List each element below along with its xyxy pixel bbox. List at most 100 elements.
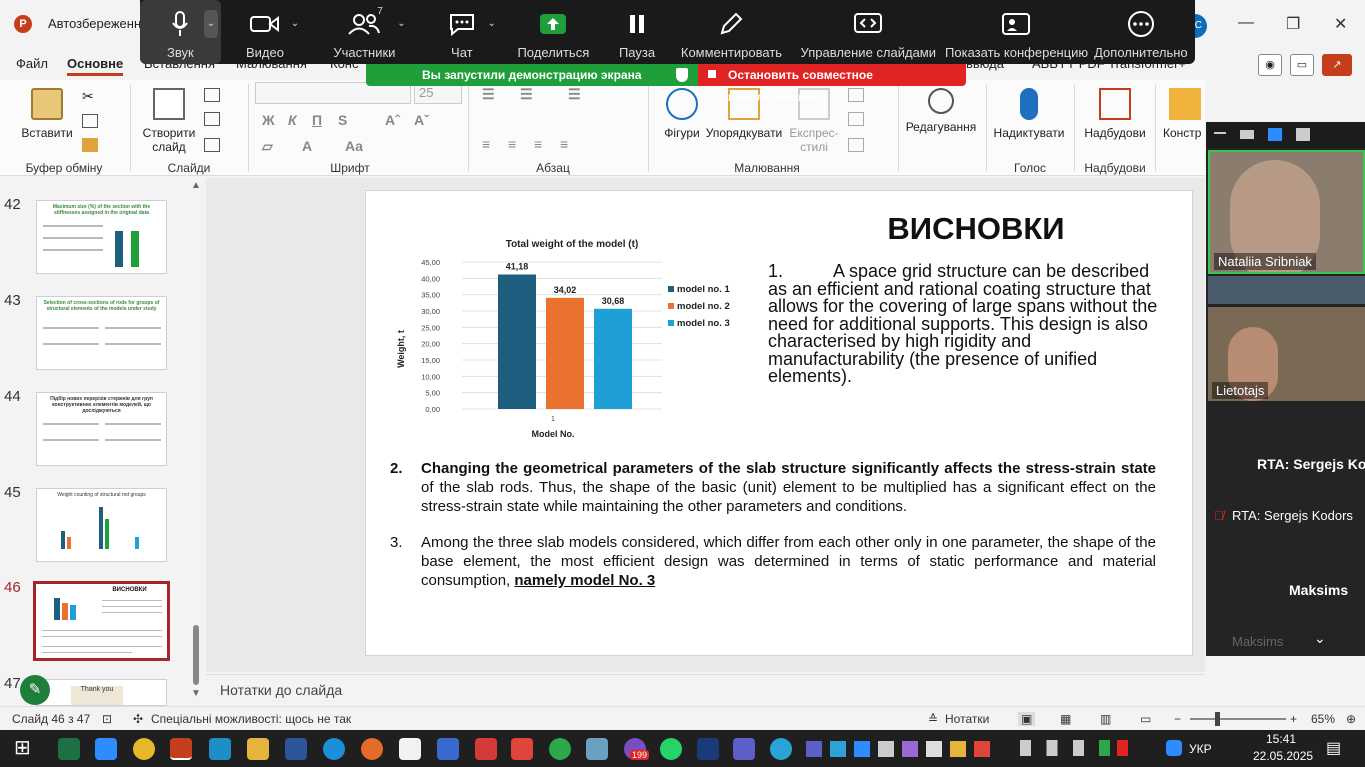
chevron-down-icon[interactable]: ⌄ (291, 18, 299, 29)
spellcheck-icon[interactable]: ⊡ (102, 712, 112, 726)
notes-toggle[interactable]: Нотатки (945, 712, 989, 726)
font-shrink-icon[interactable]: Aˇ (414, 112, 429, 128)
file-explorer-icon[interactable] (247, 738, 269, 760)
slide-thumbnail[interactable]: Weight counting of structural rod groups (36, 488, 167, 562)
layout-icon[interactable] (204, 88, 220, 102)
audio-button[interactable]: ⌄ Звук (140, 0, 221, 64)
pen-icon[interactable]: ✎ (20, 675, 50, 705)
zoom-slider[interactable] (1190, 718, 1286, 720)
chevron-down-icon[interactable]: ⌄ (488, 18, 496, 29)
bold-icon[interactable]: Ж (262, 112, 275, 128)
slide-thumbnail[interactable]: Thank you (36, 679, 167, 706)
tab-home[interactable]: Основне (67, 56, 124, 76)
italic-icon[interactable]: К (288, 112, 297, 128)
firefox-icon[interactable] (361, 738, 383, 760)
minimize-icon[interactable] (1214, 132, 1226, 134)
slide-thumbnail-selected[interactable]: ВИСНОВКИ (33, 581, 170, 661)
slide-title[interactable]: ВИСНОВКИ (876, 211, 1076, 247)
dictate-button[interactable]: Надиктувати (993, 88, 1065, 140)
speaker-view-icon[interactable] (1240, 130, 1254, 139)
section-icon[interactable] (204, 138, 220, 152)
shape-fill-icon[interactable] (848, 88, 864, 102)
shape-effects-icon[interactable] (848, 138, 864, 152)
normal-view-icon[interactable]: ▣ (1018, 712, 1036, 726)
align-right-icon[interactable]: ≡ (534, 136, 542, 152)
maximize-icon[interactable]: ❐ (1286, 14, 1300, 34)
save-icon[interactable] (437, 738, 459, 760)
align-left-icon[interactable]: ≡ (482, 136, 490, 152)
conclusion-1[interactable]: 1. A space grid structure can be describe… (768, 262, 1168, 386)
shared-room-tile[interactable] (1208, 276, 1365, 304)
chat-button[interactable]: ⌄ Чат (420, 0, 505, 64)
chart-bar[interactable] (498, 274, 536, 409)
font-grow-icon[interactable]: Aˆ (385, 112, 400, 128)
chart-bar[interactable] (594, 308, 632, 409)
new-slide-button[interactable]: Створити слайд (138, 88, 200, 154)
bullets-icon[interactable]: ☰ (482, 86, 495, 103)
video-tile-speaker[interactable]: Nataliia Sribniak (1208, 150, 1365, 274)
font-color-icon[interactable]: A (302, 138, 312, 154)
thumbnail-scrollbar[interactable]: ▲ ▼ (190, 180, 202, 700)
copy-icon[interactable] (82, 114, 98, 128)
participants-button[interactable]: 7 ⌄ Участники (309, 0, 419, 64)
numbering-icon[interactable]: ☰ (520, 86, 533, 103)
strikethrough-icon[interactable]: S (338, 112, 347, 128)
designer-button[interactable]: Констр (1163, 88, 1207, 140)
notepad-icon[interactable] (399, 738, 421, 760)
slide-thumbnail[interactable]: Maximum size (%) of the section with the… (36, 200, 167, 274)
conclusion-3[interactable]: 3. Among the three slab models considere… (390, 533, 1156, 590)
format-painter-icon[interactable] (82, 138, 98, 152)
annotate-button[interactable]: Комментировать (671, 0, 791, 64)
app-icon[interactable] (209, 738, 231, 760)
show-meeting-button[interactable]: Показать конференцию (945, 0, 1088, 64)
participant-name[interactable]: Maksims (1289, 582, 1348, 598)
zoom-in-icon[interactable]: + (1290, 712, 1297, 726)
scroll-down-icon[interactable]: ▼ (191, 688, 201, 699)
notes-pane[interactable]: Нотатки до слайда (206, 674, 1205, 704)
slide-control-button[interactable]: Управление слайдами (792, 0, 946, 64)
paste-button[interactable]: Вставити (18, 88, 76, 140)
windows-start-icon[interactable]: ⊞ (14, 735, 36, 759)
chrome-icon[interactable] (133, 738, 155, 760)
chevron-down-icon[interactable]: ⌄ (204, 10, 218, 38)
addins-button[interactable]: Надбудови (1082, 88, 1148, 140)
accessibility-status[interactable]: Спеціальні можливості: щось не так (151, 712, 351, 726)
font-case-icon[interactable]: Aa (345, 138, 363, 154)
language-indicator[interactable]: УКР (1189, 742, 1212, 756)
more-button[interactable]: Дополнительно (1087, 0, 1195, 64)
participant-name[interactable]: Maksims (1232, 634, 1283, 649)
zoom-app-icon[interactable] (95, 738, 117, 760)
editing-button[interactable]: Редагування (905, 88, 977, 134)
app-icon[interactable] (586, 738, 608, 760)
justify-icon[interactable]: ≡ (560, 136, 568, 152)
pause-button[interactable]: Пауза (603, 0, 672, 64)
edge-icon[interactable] (323, 738, 345, 760)
close-icon[interactable]: ✕ (1334, 14, 1347, 34)
system-tray-icons[interactable] (1020, 740, 1130, 756)
accessibility-icon[interactable]: ✣ (133, 712, 143, 726)
participant-name[interactable]: RTA: Sergejs Kodors (1232, 508, 1353, 523)
word-icon[interactable] (285, 738, 307, 760)
chevron-down-icon[interactable]: ⌄ (397, 18, 405, 29)
share-screen-button[interactable]: Поделиться (504, 0, 602, 64)
record-icon[interactable]: ◉ (1258, 54, 1282, 76)
line-spacing-icon[interactable]: ☰ (568, 86, 581, 103)
excel-icon[interactable] (58, 738, 80, 760)
tab-file[interactable]: Файл (16, 56, 48, 71)
slideshow-icon[interactable]: ▭ (1140, 712, 1151, 726)
video-button[interactable]: ⌄ Видео (221, 0, 310, 64)
tray-icons[interactable] (806, 741, 1006, 757)
powerpoint-icon[interactable] (170, 738, 192, 760)
scroll-up-icon[interactable]: ▲ (191, 180, 201, 191)
gallery-view-icon[interactable] (1296, 128, 1310, 141)
strip-view-icon[interactable] (1268, 128, 1282, 141)
zoom-out-icon[interactable]: − (1174, 712, 1181, 726)
stop-share-button[interactable]: Остановить совместное использование (698, 64, 966, 104)
align-center-icon[interactable]: ≡ (508, 136, 516, 152)
app-icon[interactable] (511, 738, 533, 760)
fit-slide-icon[interactable]: ⊕ (1346, 712, 1356, 726)
shape-outline-icon[interactable] (848, 112, 864, 126)
weight-chart[interactable]: Total weight of the model (t) Weight, t … (392, 231, 742, 456)
slide[interactable]: ВИСНОВКИ Total weight of the model (t) W… (365, 190, 1193, 656)
chart-bar[interactable] (546, 297, 584, 409)
